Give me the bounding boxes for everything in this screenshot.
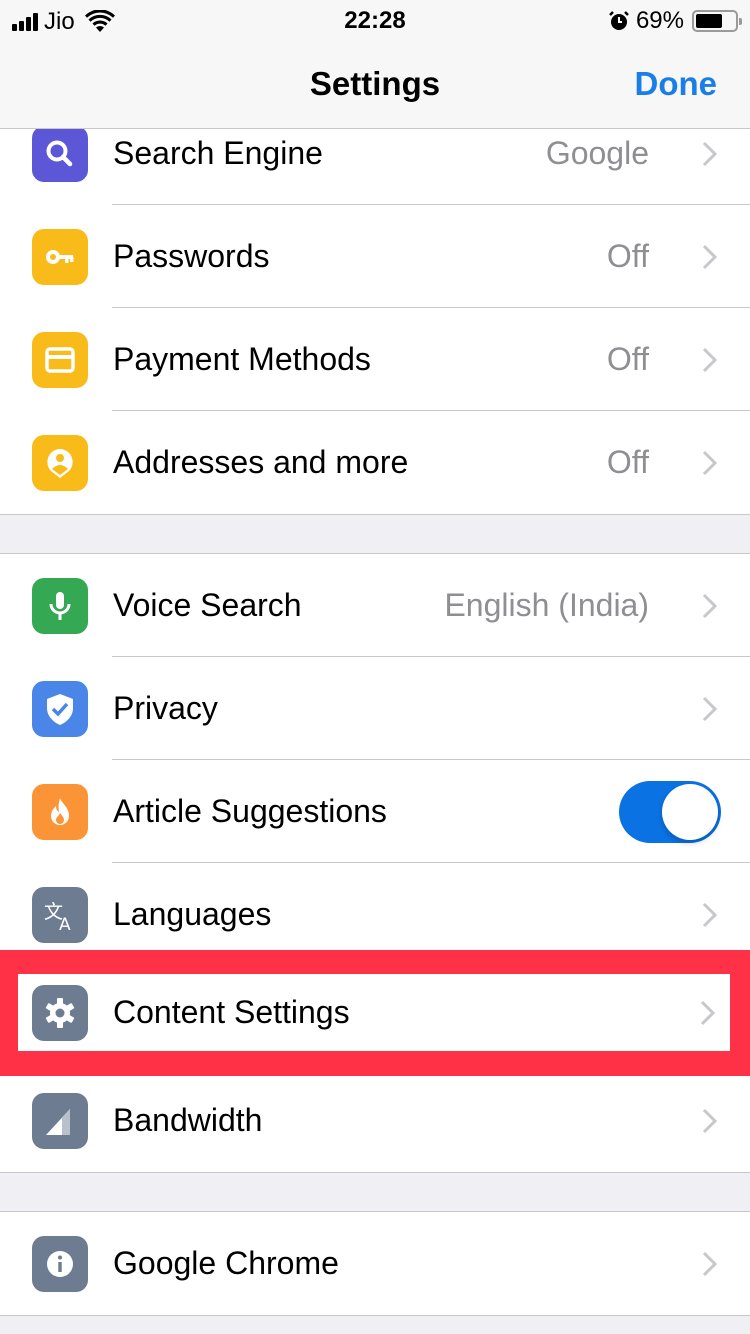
row-label: Search Engine [113,135,323,171]
row-label: Payment Methods [113,341,371,377]
chevron-right-icon [702,902,718,927]
row-voice-search[interactable]: Voice Search English (India) [0,554,750,657]
battery-level [696,14,722,28]
settings-screen: Jio 22:28 69% Settings Done Search Engin… [0,0,750,1334]
row-label: Privacy [113,690,218,726]
row-value: Off [606,444,649,480]
chevron-right-icon [700,1000,716,1025]
row-label: Bandwidth [113,1102,263,1138]
row-value: Google [545,135,649,171]
chevron-right-icon [702,141,718,166]
person-pin-icon [32,434,88,491]
row-label: Google Chrome [113,1245,339,1281]
info-icon [32,1235,88,1292]
microphone-icon [32,577,88,634]
article-suggestions-toggle[interactable] [619,780,721,843]
row-addresses[interactable]: Addresses and more Off [0,411,750,514]
chevron-right-icon [702,593,718,618]
signal-triangle-icon [32,1092,88,1149]
status-bar: Jio 22:28 69% [0,0,750,40]
section-general: Voice Search English (India) Privacy Art… [0,553,750,1173]
row-label: Languages [113,896,272,932]
highlight-frame: Content Settings [0,950,750,1076]
search-icon [32,125,88,182]
row-article-suggestions: Article Suggestions [0,760,750,863]
chevron-right-icon [702,450,718,475]
row-value: Off [606,238,649,274]
svg-text:A: A [59,915,71,933]
translate-icon: 文A [32,886,88,943]
toggle-knob [662,783,718,840]
done-button[interactable]: Done [635,65,718,103]
chevron-right-icon [702,696,718,721]
gear-icon [32,984,88,1041]
row-label: Voice Search [113,587,302,623]
section-about: Google Chrome [0,1211,750,1316]
chevron-right-icon [702,1108,718,1133]
row-bandwidth[interactable]: Bandwidth [0,1069,750,1172]
credit-card-icon [32,331,88,388]
battery-icon [692,10,742,32]
chevron-right-icon [702,347,718,372]
alarm-icon [609,11,629,30]
flame-icon [32,783,88,840]
row-privacy[interactable]: Privacy [0,657,750,760]
row-value: Off [606,341,649,377]
row-label: Article Suggestions [113,793,387,829]
battery-percent: 69% [635,7,684,34]
chevron-right-icon [702,1251,718,1276]
row-content-settings[interactable]: Content Settings [18,974,730,1051]
row-label: Passwords [113,238,270,274]
row-google-chrome[interactable]: Google Chrome [0,1212,750,1315]
navigation-bar: Settings Done [0,40,750,129]
row-passwords[interactable]: Passwords Off [0,205,750,308]
row-value: English (India) [444,587,649,623]
row-label: Addresses and more [113,444,409,480]
key-icon [32,228,88,285]
row-label: Content Settings [113,994,350,1030]
status-right: 69% [608,7,742,35]
chevron-right-icon [702,244,718,269]
shield-check-icon [32,680,88,737]
highlight-inner: Content Settings [18,974,730,1051]
row-payment-methods[interactable]: Payment Methods Off [0,308,750,411]
section-autofill: Search Engine Google Passwords Off Payme… [0,101,750,515]
